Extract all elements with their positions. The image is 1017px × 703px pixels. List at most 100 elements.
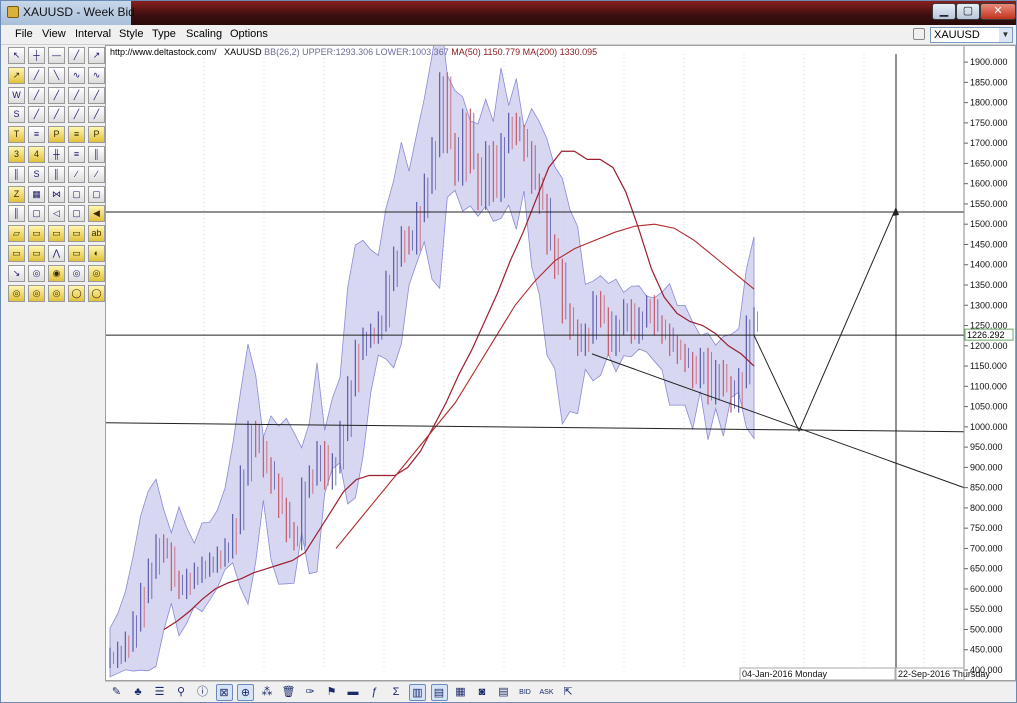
minimize-button[interactable]: ▁	[932, 3, 956, 20]
menu-interval[interactable]: Interval	[75, 28, 111, 40]
drawing-tool-53-icon[interactable]: ⋀	[48, 245, 65, 262]
drawing-tool-31-icon[interactable]: ║	[8, 165, 25, 183]
drawing-tool-56-icon[interactable]: ↘	[8, 264, 25, 282]
title-bar[interactable]: XAUUSD - Week Bid ▁ ▢ ✕	[1, 1, 1016, 25]
link-chart-icon[interactable]	[913, 28, 925, 40]
drawing-tool-27-icon[interactable]: 4	[28, 146, 45, 163]
drawing-tool-64-icon[interactable]: ◯	[68, 284, 85, 302]
drawing-tool-45-icon[interactable]: ◀	[88, 205, 105, 223]
drawing-tool-30-icon[interactable]: ║	[88, 146, 105, 163]
drawing-tool-1-icon[interactable]: ↖	[8, 47, 25, 64]
drawing-tool-57-icon[interactable]: ◎	[28, 264, 45, 282]
bottom-tool-5-icon[interactable]: ⓘ	[194, 684, 211, 701]
bottom-tool-9-icon[interactable]: 🗑	[280, 684, 297, 701]
drawing-tool-11-icon[interactable]: W	[8, 86, 25, 104]
drawing-tool-29-icon[interactable]: ≡	[68, 146, 85, 163]
bottom-tool-20-icon[interactable]: BID	[517, 684, 534, 701]
drawing-tool-35-icon[interactable]: ∕	[88, 165, 105, 183]
drawing-tool-55-icon[interactable]: ◐	[88, 245, 105, 262]
menu-file[interactable]: File	[15, 28, 33, 40]
drawing-tool-14-icon[interactable]: ╱	[68, 86, 85, 104]
drawing-tool-5-icon[interactable]: ↗	[88, 47, 105, 64]
bottom-tool-10-icon[interactable]: ✑	[302, 684, 319, 701]
bottom-tool-6-icon[interactable]: ⊠	[215, 684, 233, 701]
bottom-tool-4-icon[interactable]: ⚲	[173, 684, 190, 701]
drawing-tool-52-icon[interactable]: ▭	[28, 245, 45, 262]
drawing-tool-38-icon[interactable]: ⋈	[48, 185, 65, 203]
menu-type[interactable]: Type	[152, 28, 176, 40]
drawing-tool-19-icon[interactable]: ╱	[68, 106, 85, 124]
close-button[interactable]: ✕	[980, 3, 1016, 20]
drawing-tool-15-icon[interactable]: ╱	[88, 86, 105, 104]
drawing-tool-25-icon[interactable]: P	[88, 126, 105, 144]
drawing-tool-4-icon[interactable]: ╱	[68, 47, 85, 64]
bottom-tool-8-icon[interactable]: ⁂	[259, 684, 276, 701]
drawing-tool-59-icon[interactable]: ◎	[68, 264, 85, 282]
drawing-tool-26-icon[interactable]: 3	[8, 146, 25, 163]
drawing-tool-7-icon[interactable]: ╱	[28, 66, 45, 84]
bottom-tool-12-icon[interactable]: ▬	[345, 684, 362, 701]
bottom-tool-1-icon[interactable]: ✎	[108, 684, 125, 701]
drawing-tool-61-icon[interactable]: ◎	[8, 284, 25, 302]
maximize-button[interactable]: ▢	[956, 3, 980, 20]
drawing-tool-28-icon[interactable]: ╫	[48, 146, 65, 163]
menu-scaling[interactable]: Scaling	[186, 28, 222, 40]
drawing-tool-46-icon[interactable]: ▱	[8, 225, 25, 243]
drawing-tool-63-icon[interactable]: ◎	[48, 284, 65, 302]
drawing-tool-23-icon[interactable]: P	[48, 126, 65, 144]
drawing-tool-16-icon[interactable]: S	[8, 106, 25, 124]
drawing-tool-24-icon[interactable]: ≡	[68, 126, 85, 144]
bottom-tool-22-icon[interactable]: ⇱	[560, 684, 577, 701]
price-chart[interactable]: 400.000450.000500.000550.000600.000650.0…	[105, 6, 1015, 681]
bottom-tool-2-icon[interactable]: ♣	[130, 684, 147, 701]
drawing-tool-60-icon[interactable]: ◎	[88, 264, 105, 282]
bottom-tool-18-icon[interactable]: ◙	[474, 684, 491, 701]
bottom-tool-17-icon[interactable]: ▦	[452, 684, 469, 701]
drawing-tool-42-icon[interactable]: ▢	[28, 205, 45, 223]
bottom-tool-21-icon[interactable]: ASK	[538, 684, 555, 701]
menu-style[interactable]: Style	[119, 28, 143, 40]
drawing-tool-47-icon[interactable]: ▭	[28, 225, 45, 243]
drawing-tool-43-icon[interactable]: ◁	[48, 205, 65, 223]
drawing-tool-12-icon[interactable]: ╱	[28, 86, 45, 104]
drawing-tool-44-icon[interactable]: ▢	[68, 205, 85, 223]
bottom-tool-19-icon[interactable]: ▤	[495, 684, 512, 701]
drawing-tool-9-icon[interactable]: ∿	[68, 66, 85, 84]
symbol-select[interactable]: XAUUSD ▼	[930, 27, 1013, 43]
drawing-tool-20-icon[interactable]: ╱	[88, 106, 105, 124]
drawing-tool-18-icon[interactable]: ╱	[48, 106, 65, 124]
bottom-tool-7-icon[interactable]: ⊕	[237, 684, 254, 701]
drawing-tool-48-icon[interactable]: ▭	[48, 225, 65, 243]
bottom-tool-14-icon[interactable]: Σ	[388, 684, 405, 701]
drawing-tool-10-icon[interactable]: ∿	[88, 66, 105, 84]
drawing-tool-13-icon[interactable]: ╱	[48, 86, 65, 104]
bottom-tool-16-icon[interactable]: ▤	[430, 684, 448, 701]
menu-options[interactable]: Options	[230, 28, 268, 40]
drawing-tool-36-icon[interactable]: Z	[8, 185, 25, 203]
bottom-tool-3-icon[interactable]: ☰	[151, 684, 168, 701]
drawing-tool-17-icon[interactable]: ╱	[28, 106, 45, 124]
bottom-tool-13-icon[interactable]: ƒ	[366, 684, 383, 701]
chevron-down-icon[interactable]: ▼	[999, 28, 1012, 42]
drawing-tool-2-icon[interactable]: ┼	[28, 47, 45, 64]
drawing-tool-58-icon[interactable]: ◉	[48, 264, 65, 282]
drawing-tool-34-icon[interactable]: ∕	[68, 165, 85, 183]
drawing-tool-39-icon[interactable]: ▢	[68, 185, 85, 203]
drawing-tool-21-icon[interactable]: T	[8, 126, 25, 144]
drawing-tool-8-icon[interactable]: ╲	[48, 66, 65, 84]
drawing-tool-22-icon[interactable]: ≡	[28, 126, 45, 144]
drawing-tool-3-icon[interactable]: —	[48, 47, 65, 64]
drawing-tool-6-icon[interactable]: ↗	[8, 66, 25, 84]
drawing-tool-32-icon[interactable]: S	[28, 165, 45, 183]
drawing-tool-37-icon[interactable]: ▦	[28, 185, 45, 203]
bottom-tool-11-icon[interactable]: ⚑	[323, 684, 340, 701]
drawing-tool-65-icon[interactable]: ◯	[88, 284, 105, 302]
drawing-tool-49-icon[interactable]: ▭	[68, 225, 85, 243]
drawing-tool-40-icon[interactable]: ▢	[88, 185, 105, 203]
drawing-tool-41-icon[interactable]: ║	[8, 205, 25, 223]
drawing-tool-33-icon[interactable]: ║	[48, 165, 65, 183]
drawing-tool-54-icon[interactable]: ▭	[68, 245, 85, 262]
drawing-tool-62-icon[interactable]: ◎	[28, 284, 45, 302]
drawing-tool-51-icon[interactable]: ▭	[8, 245, 25, 262]
chart-area[interactable]: http://www.deltastock.com/ XAUUSD BB(26,…	[105, 6, 1016, 681]
